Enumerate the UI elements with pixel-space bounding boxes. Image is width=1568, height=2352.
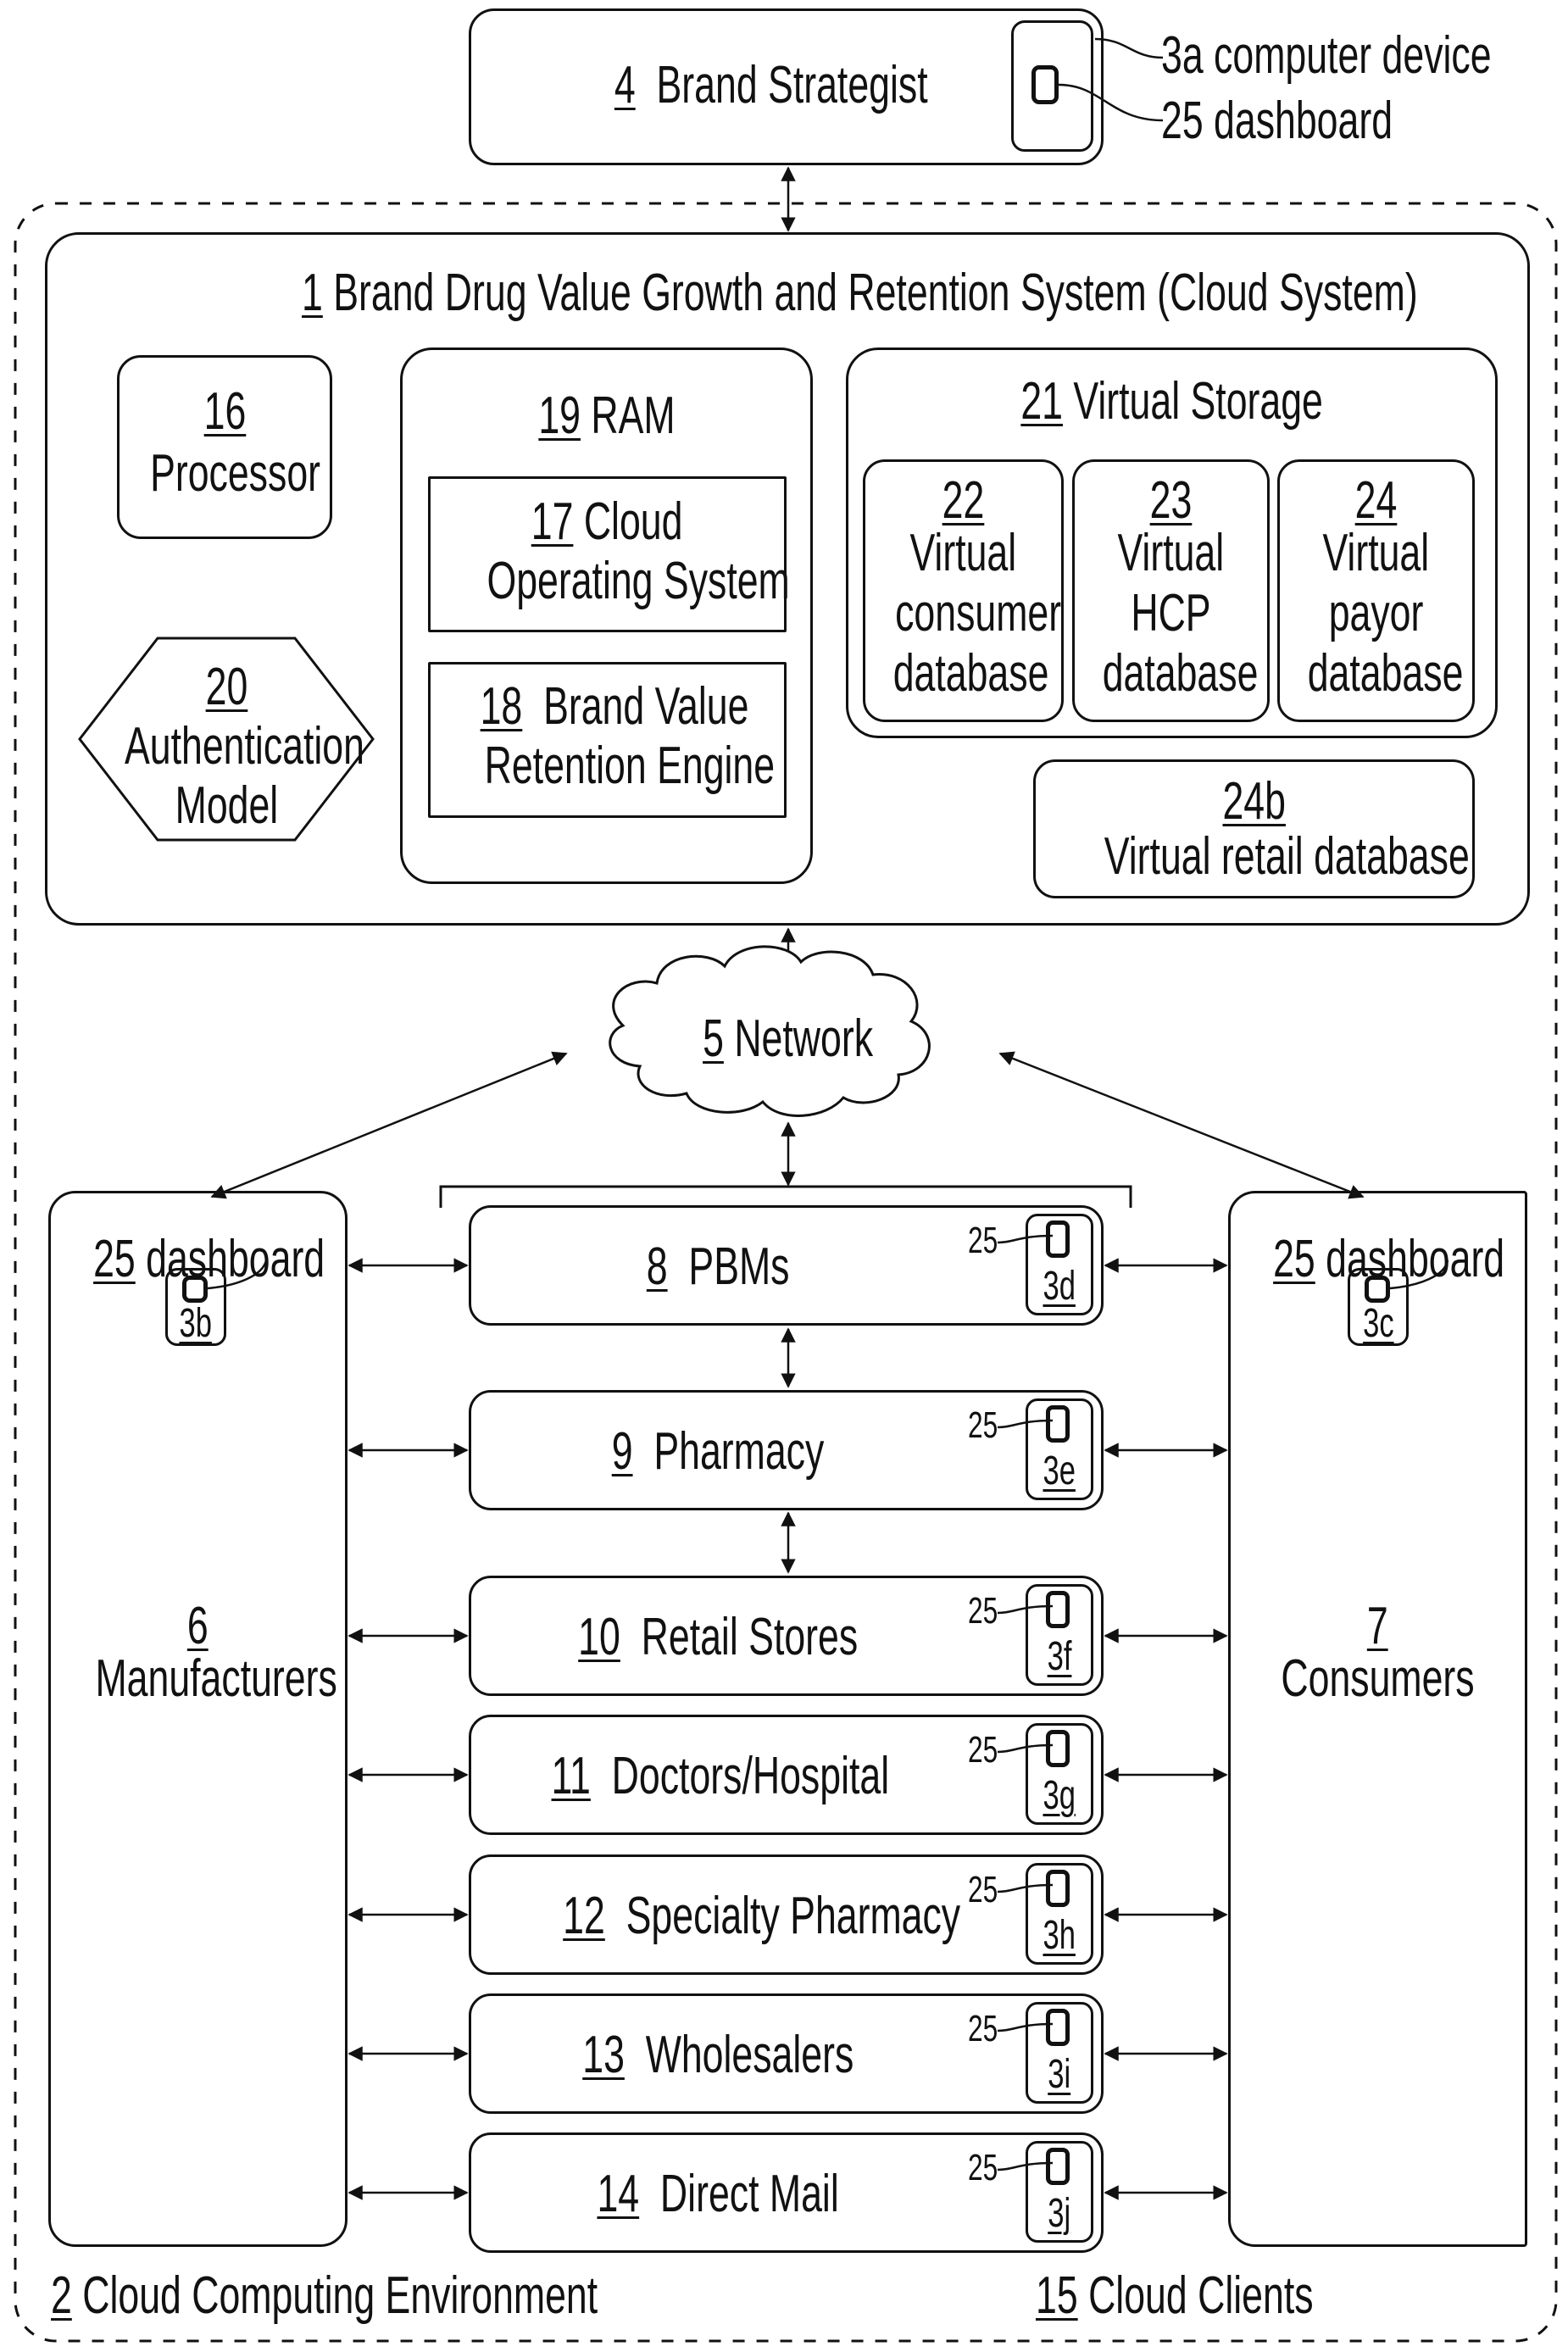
retention-engine-label-1: 18 Brand Value (480, 677, 749, 736)
hcp-database-ref: 23 (1149, 471, 1193, 530)
payor-database-line3: database (1307, 644, 1464, 703)
cloud-environment-label: 2 Cloud Computing Environment (51, 2266, 598, 2325)
ram-label: 19 RAM (537, 386, 676, 445)
authentication-label-2: Model (175, 776, 278, 835)
entity-device-id-pharmacy: 3e (1043, 1448, 1076, 1493)
dashboard-screen-icon (182, 1276, 208, 1303)
dashboard-screen-icon (1046, 1220, 1070, 1258)
dashboard-screen-icon (1046, 1730, 1070, 1767)
dashboard-screen-icon (1046, 1870, 1070, 1907)
consumer-database-line3: database (892, 644, 1049, 703)
manufacturers-label: Manufacturers (95, 1649, 337, 1708)
dashboard-ref-specialty-pharmacy: 25 (968, 1869, 998, 1910)
consumers-box[interactable] (1228, 1191, 1527, 2247)
retail-database-ref: 24b (1222, 772, 1286, 831)
entity-label-pbms: 8 PBMs (647, 1237, 790, 1296)
dashboard-ref-wholesalers: 25 (968, 2008, 998, 2049)
manufacturers-ref: 6 (187, 1597, 209, 1655)
dashboard-screen-icon (1046, 2148, 1070, 2185)
dashboard-screen-icon (1046, 1405, 1070, 1443)
network-label: 5 Network (703, 1009, 874, 1068)
consumers-ref: 7 (1367, 1597, 1388, 1655)
dashboard-ref-pharmacy: 25 (968, 1404, 998, 1446)
dashboard-ref-doctors-hospital: 25 (968, 1729, 998, 1771)
consumer-database-line2: consumer (895, 584, 1062, 642)
hcp-database-line3: database (1102, 644, 1259, 703)
processor-ref: 16 (203, 382, 246, 441)
entity-label-pharmacy: 9 Pharmacy (612, 1422, 825, 1481)
dashboard-callout-label: 25 dashboard (1161, 92, 1393, 150)
entity-device-id-specialty-pharmacy: 3h (1043, 1913, 1076, 1958)
cloud-os-label-1: 17 Cloud (531, 492, 683, 551)
authentication-label-1: Authentication (125, 717, 364, 776)
retention-engine-label-2: Retention Engine (484, 737, 776, 795)
entity-device-id-pbms: 3d (1043, 1264, 1076, 1309)
cloud-os-label-2: Operating System (487, 552, 790, 610)
manufacturers-device-id: 3b (179, 1301, 213, 1346)
hcp-database-line1: Virtual (1117, 524, 1225, 582)
processor-label: Processor (150, 444, 321, 503)
virtual-storage-label: 21 Virtual Storage (1020, 372, 1323, 431)
hcp-database-line2: HCP (1131, 584, 1211, 642)
dashboard-ref-retail-stores: 25 (968, 1590, 998, 1632)
authentication-ref: 20 (205, 658, 247, 716)
cloud-clients-label: 15 Cloud Clients (1036, 2266, 1314, 2325)
entity-label-direct-mail: 14 Direct Mail (597, 2165, 840, 2223)
entity-label-doctors-hospital: 11 Doctors/Hospital (551, 1747, 890, 1805)
consumer-database-line1: Virtual (909, 524, 1017, 582)
dashboard-ref-pbms: 25 (968, 1220, 998, 1261)
dashboard-screen-icon (1365, 1276, 1390, 1303)
entity-label-retail-stores: 10 Retail Stores (578, 1608, 859, 1666)
arrow-network-consumers (998, 1051, 1365, 1199)
entity-device-id-direct-mail: 3j (1048, 2191, 1071, 2236)
device-callout-label: 3a computer device (1161, 26, 1492, 85)
dashboard-screen-icon (1031, 65, 1059, 104)
ref-number: 4 (614, 56, 636, 114)
entity-device-id-doctors-hospital: 3g (1043, 1773, 1076, 1818)
retail-database-label: Virtual retail database (1104, 827, 1470, 886)
dashboard-ref-direct-mail: 25 (968, 2147, 998, 2188)
entity-device-id-retail-stores: 3f (1047, 1634, 1072, 1679)
entity-device-id-wholesalers: 3i (1048, 2052, 1071, 2097)
payor-database-ref: 24 (1354, 471, 1398, 530)
cloud-system-title: 1 Brand Drug Value Growth and Retention … (302, 264, 1418, 322)
manufacturers-box[interactable] (48, 1191, 348, 2247)
payor-database-line2: payor (1328, 584, 1424, 642)
brand-strategist-label: 4 Brand Strategist (542, 59, 1000, 112)
dashboard-screen-icon (1046, 2009, 1070, 2046)
consumer-database-ref: 22 (942, 471, 985, 530)
consumers-device-id: 3c (1362, 1301, 1394, 1346)
arrow-network-manufacturers (210, 1051, 568, 1199)
payor-database-line1: Virtual (1322, 524, 1430, 582)
entity-label-specialty-pharmacy: 12 Specialty Pharmacy (563, 1887, 961, 1945)
dashboard-screen-icon (1046, 1591, 1070, 1628)
entity-label-wholesalers: 13 Wholesalers (582, 2026, 854, 2084)
brand-strategist-text: Brand Strategist (656, 56, 928, 114)
consumers-label: Consumers (1281, 1649, 1475, 1708)
